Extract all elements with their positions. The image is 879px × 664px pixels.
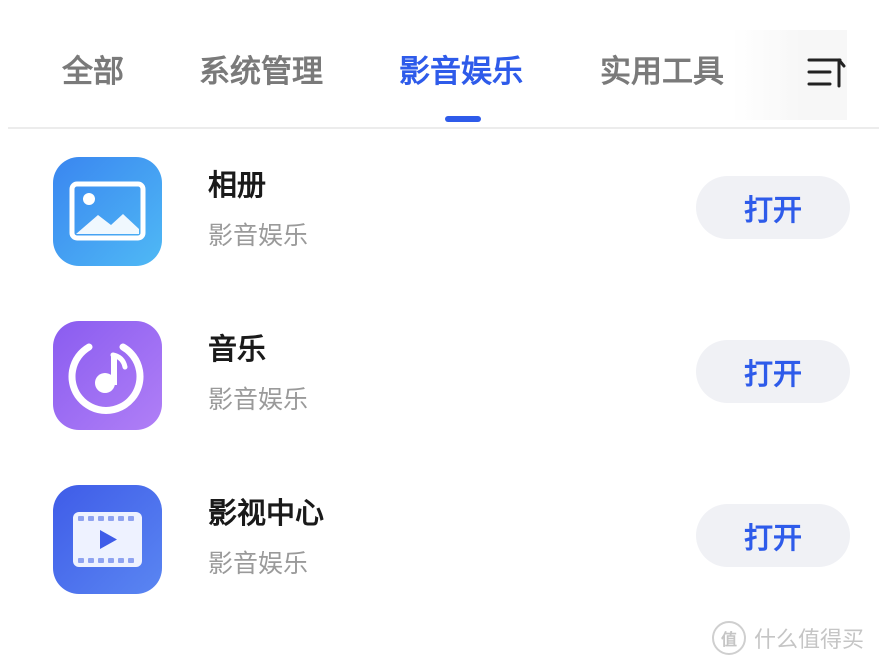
open-video-center-button[interactable]: 打开: [696, 504, 850, 567]
music-icon[interactable]: [53, 321, 162, 430]
sort-list-icon[interactable]: [800, 46, 850, 96]
category-tab-bar: 全部 系统管理 影音娱乐 实用工具: [0, 0, 879, 128]
app-name: 音乐: [208, 332, 267, 366]
tab-all[interactable]: 全部: [62, 50, 124, 94]
app-category: 影音娱乐: [208, 549, 309, 578]
watermark: 值 什么值得买: [712, 620, 864, 656]
open-music-button[interactable]: 打开: [696, 340, 850, 403]
app-row-video-center: 影视中心 影音娱乐 打开: [0, 458, 879, 622]
tab-system-management[interactable]: 系统管理: [199, 50, 323, 94]
open-gallery-button[interactable]: 打开: [696, 176, 850, 239]
active-tab-indicator: [445, 116, 481, 122]
app-name: 影视中心: [208, 496, 325, 530]
app-category: 影音娱乐: [208, 221, 309, 250]
tab-utilities[interactable]: 实用工具: [600, 50, 724, 94]
gallery-icon[interactable]: [53, 157, 162, 266]
tab-media-entertainment[interactable]: 影音娱乐: [399, 50, 523, 94]
app-row-gallery: 相册 影音娱乐 打开: [0, 130, 879, 294]
watermark-text: 什么值得买: [754, 628, 865, 653]
video-center-icon[interactable]: [53, 485, 162, 594]
app-row-music: 音乐 影音娱乐 打开: [0, 294, 879, 458]
watermark-logo-icon: 值: [712, 621, 746, 655]
app-category: 影音娱乐: [208, 385, 309, 414]
tab-divider: [8, 127, 879, 129]
app-name: 相册: [208, 168, 267, 202]
